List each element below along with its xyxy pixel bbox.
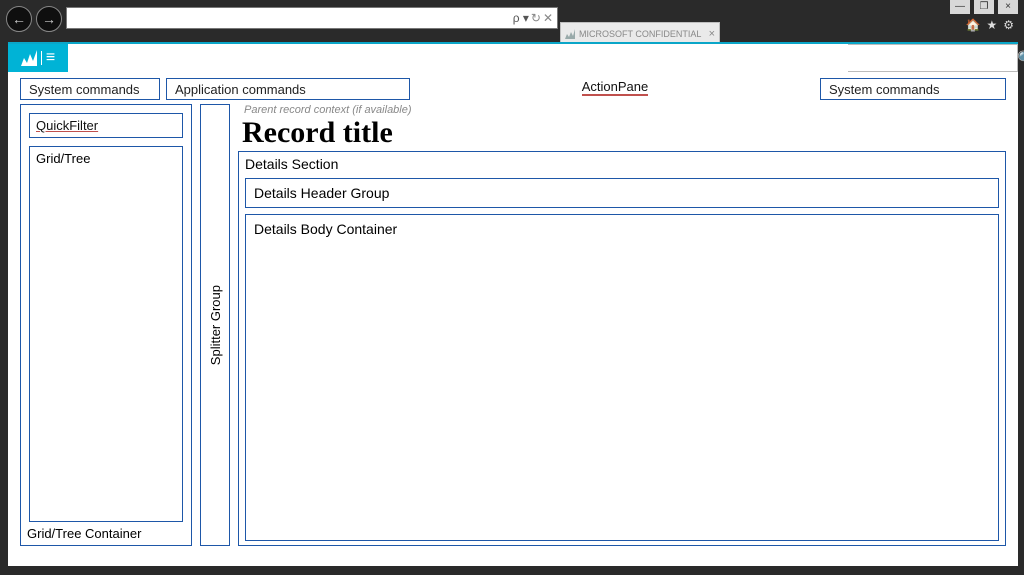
browser-forward-button[interactable]: → bbox=[36, 6, 62, 32]
browser-tab[interactable]: MICROSOFT CONFIDENTIAL × bbox=[560, 22, 720, 44]
system-commands-left[interactable]: System commands bbox=[20, 78, 160, 100]
window-minimize-button[interactable]: — bbox=[950, 0, 970, 14]
splitter-label: Splitter Group bbox=[208, 285, 223, 365]
quickfilter[interactable]: QuickFilter bbox=[29, 113, 183, 138]
tab-title: MICROSOFT CONFIDENTIAL bbox=[579, 29, 701, 39]
window-close-button[interactable]: × bbox=[998, 0, 1018, 14]
address-search-hint: ρ ▾ bbox=[513, 11, 529, 25]
record-title: Record title bbox=[238, 116, 1006, 149]
parent-record-context: Parent record context (if available) bbox=[238, 104, 1006, 116]
grid-tree-container-label: Grid/Tree Container bbox=[21, 524, 191, 545]
settings-icon[interactable]: ⚙ bbox=[1003, 18, 1014, 32]
window-maximize-button[interactable]: ❐ bbox=[974, 0, 994, 14]
hamburger-icon[interactable]: ≡ bbox=[46, 49, 55, 67]
search-input[interactable] bbox=[848, 49, 1007, 67]
splitter-group[interactable]: Splitter Group bbox=[200, 104, 230, 546]
brand-block[interactable]: ≡ bbox=[8, 44, 68, 72]
address-stop-icon[interactable]: ✕ bbox=[543, 11, 553, 25]
brand-logo-icon bbox=[21, 50, 37, 66]
grid-tree[interactable]: Grid/Tree bbox=[29, 146, 183, 522]
address-refresh-icon[interactable]: ↻ bbox=[531, 11, 541, 25]
favorite-icon[interactable]: ★ bbox=[986, 18, 997, 32]
details-body-container: Details Body Container bbox=[245, 214, 999, 541]
tab-logo-icon bbox=[565, 29, 575, 39]
action-pane-label: ActionPane bbox=[582, 79, 649, 96]
main-pane: Parent record context (if available) Rec… bbox=[238, 104, 1006, 546]
grid-tree-container: QuickFilter Grid/Tree Grid/Tree Containe… bbox=[20, 104, 192, 546]
home-icon[interactable]: 🏠 bbox=[966, 18, 981, 32]
details-header-group: Details Header Group bbox=[245, 178, 999, 208]
address-bar[interactable]: ρ ▾ ↻ ✕ bbox=[66, 7, 558, 29]
details-section: Details Section Details Header Group Det… bbox=[238, 151, 1006, 546]
browser-back-button[interactable]: ← bbox=[6, 6, 32, 32]
details-section-label: Details Section bbox=[245, 156, 999, 172]
system-commands-right[interactable]: System commands bbox=[820, 78, 1006, 100]
search-icon[interactable]: 🔍 bbox=[1017, 50, 1024, 67]
brand-separator bbox=[41, 51, 42, 65]
tab-close-icon[interactable]: × bbox=[709, 28, 715, 40]
application-commands[interactable]: Application commands bbox=[166, 78, 410, 100]
